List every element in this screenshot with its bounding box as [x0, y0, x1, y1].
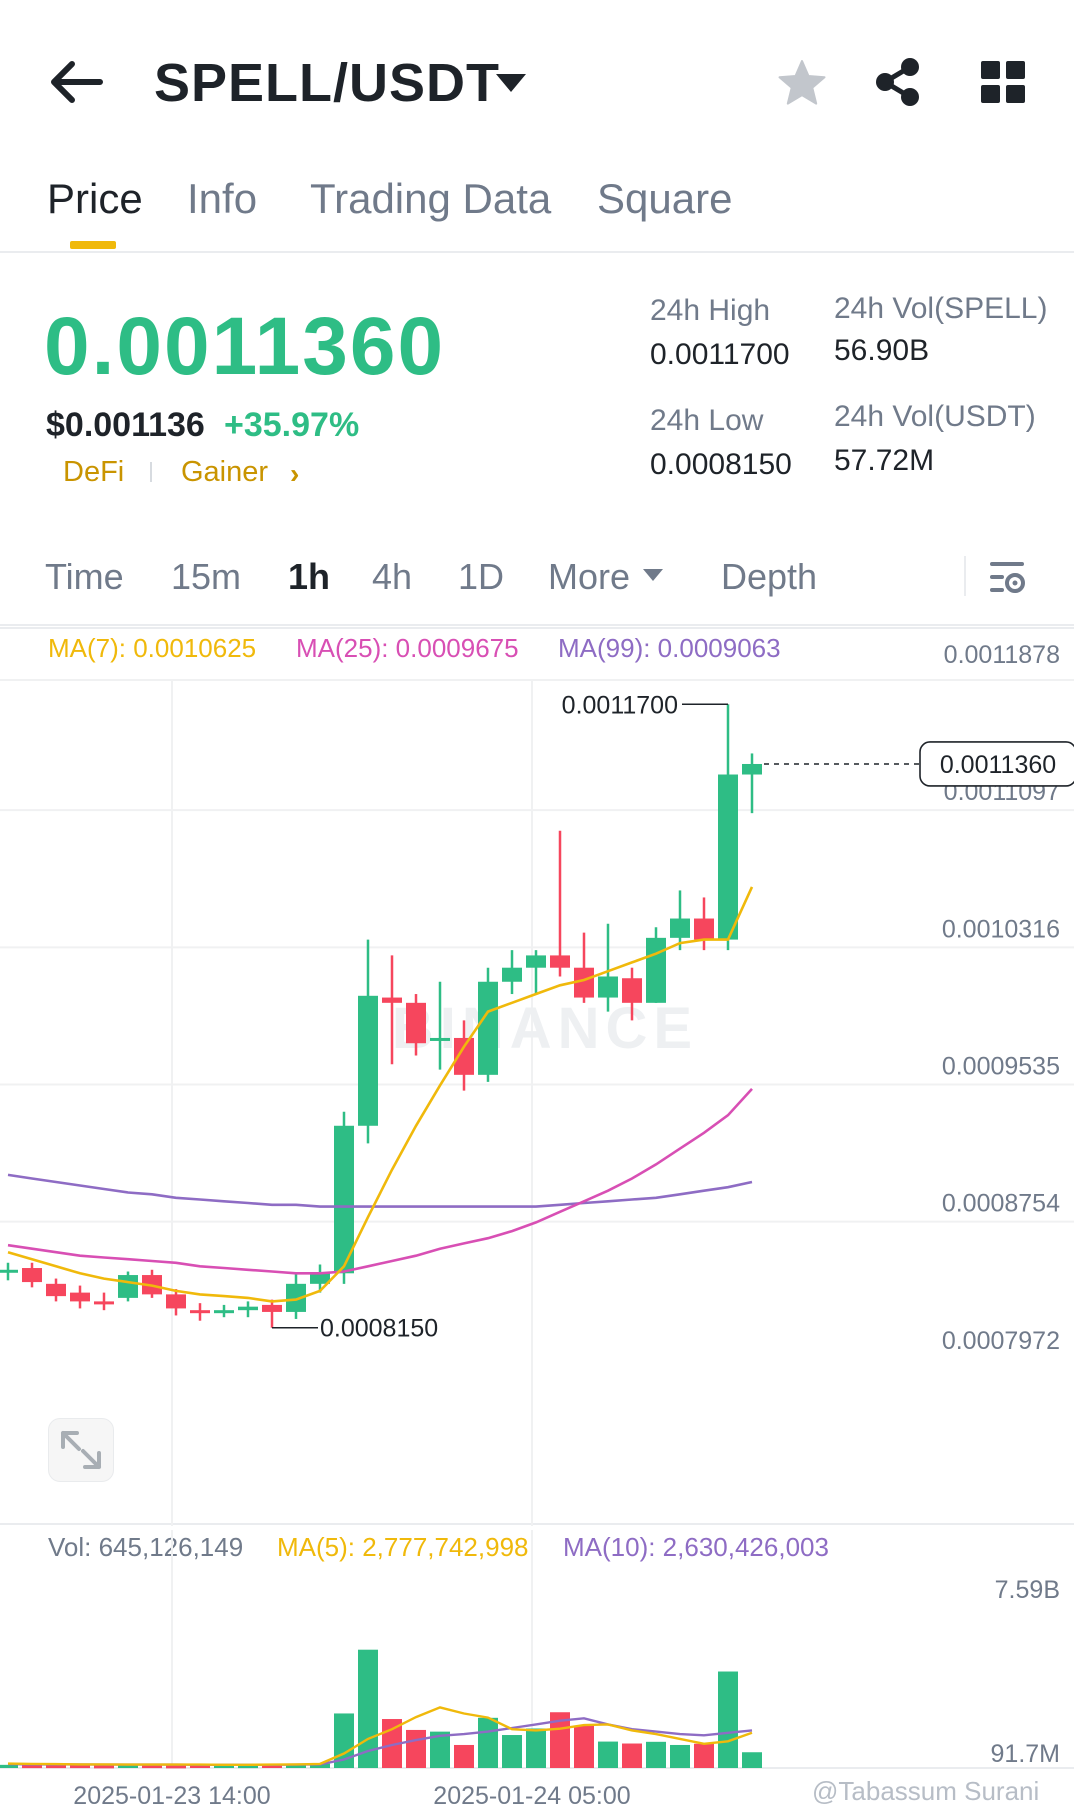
ma7-line	[7, 886, 754, 1303]
candle-up	[430, 1037, 450, 1041]
candle-down	[190, 1310, 210, 1314]
stat-24h-low-value: 0.0008150	[650, 448, 792, 481]
interval-depth[interactable]: Depth	[721, 556, 817, 598]
price-change-percent: +35.97%	[224, 406, 360, 444]
volume-bar-up	[646, 1741, 666, 1768]
chevron-right-icon[interactable]: ›	[290, 458, 299, 490]
high-annotation-label: 0.0011700	[562, 691, 678, 719]
interval-1d[interactable]: 1D	[458, 556, 504, 598]
candle-down	[262, 1304, 282, 1312]
stat-24h-vol-base-value: 56.90B	[834, 334, 930, 367]
stat-24h-high-value: 0.0011700	[650, 338, 790, 371]
tab-info[interactable]: Info	[187, 175, 257, 223]
volume-tick-label: 91.7M	[991, 1740, 1060, 1768]
y-axis-tick-label: 0.0010316	[942, 915, 1060, 943]
candle-down	[550, 955, 570, 968]
interval-divider	[964, 556, 966, 596]
stat-24h-high-label: 24h High	[650, 294, 771, 327]
volume-chart[interactable]: 7.59B 91.7M 2025-01-23 14:00 2025-01-24 05:…	[0, 1530, 1074, 1816]
usd-price: $0.001136	[46, 406, 205, 444]
candle-up	[718, 774, 738, 940]
candle-up	[214, 1310, 234, 1314]
binance-watermark: BINANCE	[392, 996, 698, 1061]
interval-more[interactable]: More	[548, 556, 630, 598]
candle-down	[382, 997, 402, 1003]
caret-down-icon[interactable]	[494, 72, 528, 94]
candle-up	[670, 918, 690, 938]
x-axis-tick-label: 2025-01-24 05:00	[433, 1782, 630, 1810]
candle-down	[694, 918, 714, 940]
candle-up	[742, 763, 762, 775]
tag-defi[interactable]: DeFi	[63, 456, 124, 489]
star-icon[interactable]	[776, 58, 828, 108]
volume-bar-up	[526, 1728, 546, 1768]
volume-bar-up	[478, 1717, 498, 1768]
candle-up	[526, 955, 546, 968]
volume-bar-down	[694, 1743, 714, 1768]
interval-15m[interactable]: 15m	[171, 556, 241, 598]
trading-pair-title[interactable]: SPELL/USDT	[154, 52, 500, 114]
tag-divider	[150, 462, 152, 482]
volume-bar-down	[454, 1744, 474, 1768]
volume-tick-label: 7.59B	[995, 1576, 1060, 1604]
candle-up	[502, 967, 522, 982]
top-bar: SPELL/USDT	[0, 0, 1074, 165]
candle-up	[0, 1269, 18, 1273]
back-arrow-icon[interactable]	[48, 58, 104, 106]
ma25-line	[7, 1088, 753, 1275]
y-axis-tick-label: 0.0007972	[942, 1327, 1060, 1355]
stat-24h-vol-quote-value: 57.72M	[834, 444, 935, 477]
volume-bar-up	[502, 1735, 522, 1768]
chart-settings-icon[interactable]	[988, 558, 1026, 596]
expand-icon	[61, 1431, 101, 1469]
credit-watermark: @Tabassum Surani	[812, 1776, 1040, 1806]
volume-bar-up	[742, 1752, 762, 1768]
expand-chart-button[interactable]	[48, 1418, 114, 1482]
candle-down	[622, 978, 642, 1003]
low-annotation-label: 0.0008150	[320, 1315, 438, 1343]
stat-24h-vol-base-label: 24h Vol(SPELL)	[834, 292, 1048, 325]
candle-down	[22, 1268, 42, 1283]
y-axis-tick-label: 0.0011878	[944, 641, 1060, 669]
volume-bar-down	[574, 1725, 594, 1768]
candle-down	[94, 1301, 114, 1305]
caret-down-icon[interactable]	[642, 568, 664, 582]
candle-up	[478, 981, 498, 1075]
x-axis-tick-label: 2025-01-23 14:00	[73, 1782, 270, 1810]
tab-square[interactable]: Square	[597, 175, 732, 223]
candle-up	[646, 937, 666, 1003]
tab-price[interactable]: Price	[47, 175, 143, 223]
share-icon[interactable]	[872, 56, 924, 108]
candle-down	[46, 1283, 66, 1297]
last-price: 0.0011360	[44, 301, 446, 392]
current-price-label: 0.0011360	[940, 751, 1056, 779]
volume-bar-up	[670, 1744, 690, 1768]
interval-bar: Time 15m 1h 4h 1D More Depth	[0, 548, 1074, 626]
volume-bar-up	[598, 1741, 618, 1768]
interval-4h[interactable]: 4h	[372, 556, 412, 598]
grid-icon[interactable]	[980, 60, 1026, 104]
interval-time[interactable]: Time	[45, 556, 124, 598]
active-tab-indicator	[70, 241, 116, 249]
candle-down	[406, 1002, 426, 1044]
stat-24h-low-label: 24h Low	[650, 404, 764, 437]
candle-up	[118, 1275, 138, 1298]
candle-up	[238, 1306, 258, 1311]
page-tabs: Price Info Trading Data Square	[0, 165, 1074, 253]
candle-up	[598, 976, 618, 998]
volume-bar-up	[718, 1671, 738, 1768]
volume-bar-down	[622, 1743, 642, 1768]
tab-trading-data[interactable]: Trading Data	[310, 175, 551, 223]
interval-1h[interactable]: 1h	[288, 556, 330, 598]
candle-down	[166, 1294, 186, 1309]
stat-24h-vol-quote-label: 24h Vol(USDT)	[834, 400, 1036, 433]
candle-down	[70, 1292, 90, 1302]
candlestick-chart[interactable]: 0.00118780.00110970.00103160.00095350.00…	[0, 626, 1074, 1526]
y-axis-tick-label: 0.0009535	[942, 1052, 1060, 1080]
y-axis-tick-label: 0.0008754	[942, 1190, 1060, 1218]
candle-up	[358, 995, 378, 1126]
volume-bar-down	[406, 1729, 426, 1768]
tag-gainer[interactable]: Gainer	[181, 456, 268, 489]
